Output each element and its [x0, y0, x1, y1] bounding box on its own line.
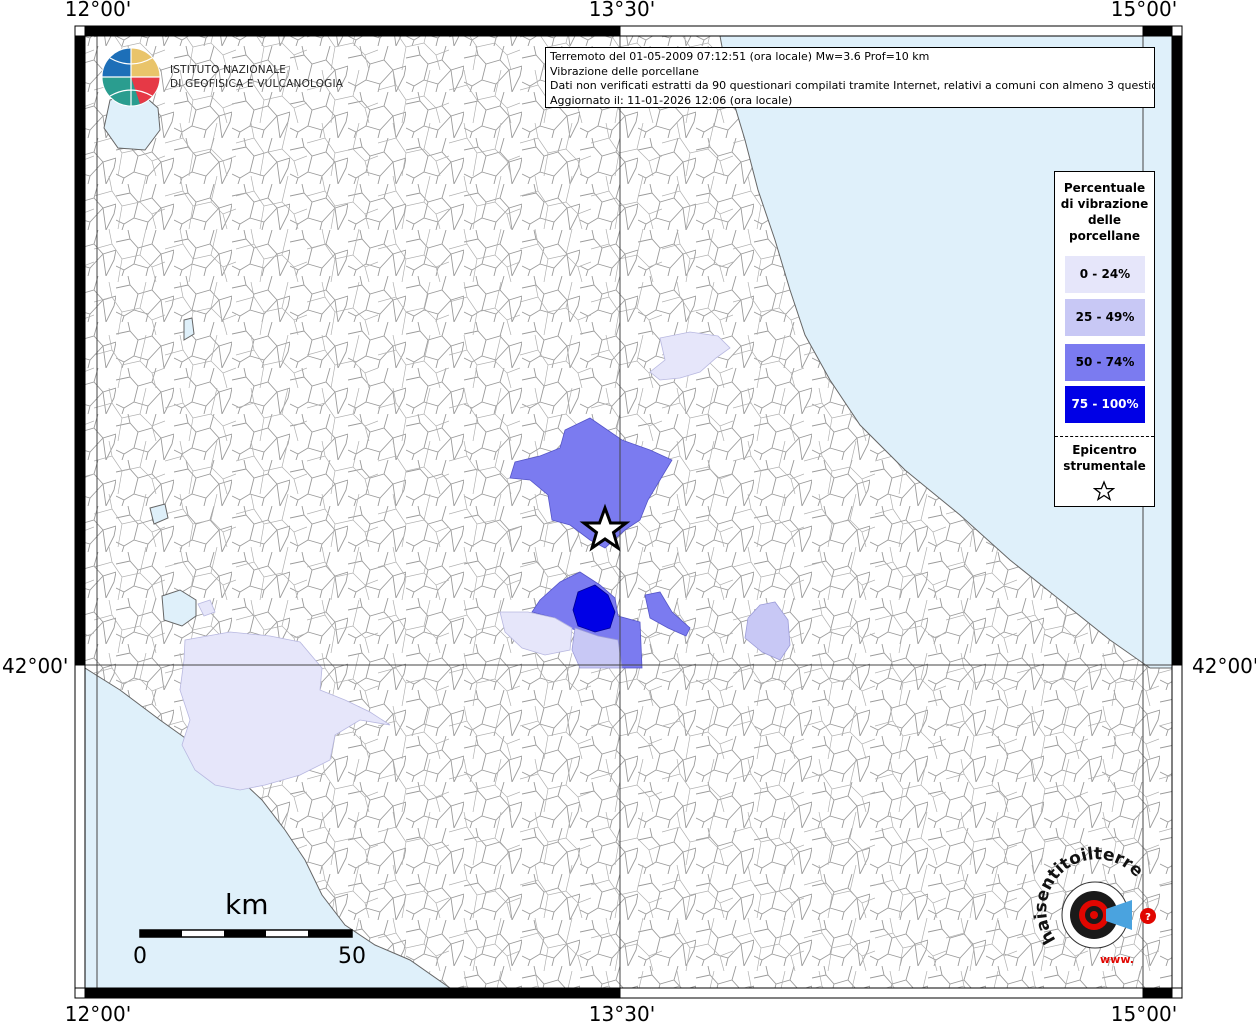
coord-right-lat: 42°00': [1192, 654, 1256, 678]
event-info-line2: Vibrazione delle porcellane: [550, 64, 699, 78]
legend-swatch-label: 25 - 49%: [1075, 310, 1135, 324]
legend-swatch-25-49: 25 - 49%: [1065, 299, 1145, 336]
coord-bottom-right: 15°00': [1111, 1002, 1177, 1024]
event-info-line4: Aggiornato il: 11-01-2026 12:06 (ora loc…: [550, 93, 793, 107]
map-content: [85, 36, 1172, 988]
ingv-logo-line2: DI GEOFISICA E VULCANOLOGIA: [170, 78, 344, 90]
scale-unit: km: [225, 888, 269, 921]
event-info-line1: Terremoto del 01-05-2009 07:12:51 (ora l…: [550, 50, 930, 63]
event-info-line3: Dati non verificati estratti da 90 quest…: [550, 79, 1155, 92]
legend-epicenter-line: strumentale: [1063, 459, 1146, 473]
event-info-box: Terremoto del 01-05-2009 07:12:51 (ora l…: [545, 47, 1155, 108]
legend-title: Percentuale di vibrazione delle porcella…: [1055, 172, 1154, 244]
legend: Percentuale di vibrazione delle porcella…: [1054, 171, 1155, 507]
scale-end: 50: [338, 944, 366, 969]
legend-title-line: delle: [1087, 213, 1122, 227]
legend-divider: [1055, 436, 1154, 437]
scale-start: 0: [133, 944, 147, 969]
legend-title-line: Percentuale: [1063, 181, 1146, 195]
legend-epicenter-line: Epicentro: [1072, 443, 1137, 457]
map-canvas: 12°00' 13°30' 15°00' 12°00' 13°30' 15°00…: [0, 0, 1256, 1024]
ingv-logo-text: ISTITUTO NAZIONALE DI GEOFISICA E VULCAN…: [170, 63, 343, 91]
legend-star-icon: [1093, 480, 1115, 502]
legend-swatch-50-74: 50 - 74%: [1065, 344, 1145, 381]
legend-swatch-label: 0 - 24%: [1079, 267, 1131, 281]
coord-bottom-middle: 13°30': [589, 1002, 655, 1024]
legend-swatch-label: 50 - 74%: [1075, 355, 1135, 369]
scale-bar: [139, 929, 353, 938]
svg-text:?: ?: [1145, 912, 1151, 923]
haisentito-www: www.: [1100, 953, 1134, 966]
legend-swatch-label: 75 - 100%: [1071, 397, 1139, 411]
legend-swatch-0-24: 0 - 24%: [1065, 256, 1145, 293]
coord-bottom-left: 12°00': [65, 1002, 131, 1024]
legend-epicenter-label: Epicentro strumentale: [1055, 442, 1154, 474]
legend-title-line: di vibrazione: [1060, 197, 1149, 211]
ingv-logo-icon: [101, 47, 161, 107]
coord-left-lat: 42°00': [2, 654, 68, 678]
ingv-logo-line1: ISTITUTO NAZIONALE: [170, 64, 287, 76]
coord-top-right: 15°00': [1111, 0, 1177, 21]
legend-swatch-75-100: 75 - 100%: [1065, 386, 1145, 423]
coord-top-left: 12°00': [65, 0, 131, 21]
coord-top-middle: 13°30': [589, 0, 655, 21]
legend-title-line: porcellane: [1068, 229, 1140, 243]
